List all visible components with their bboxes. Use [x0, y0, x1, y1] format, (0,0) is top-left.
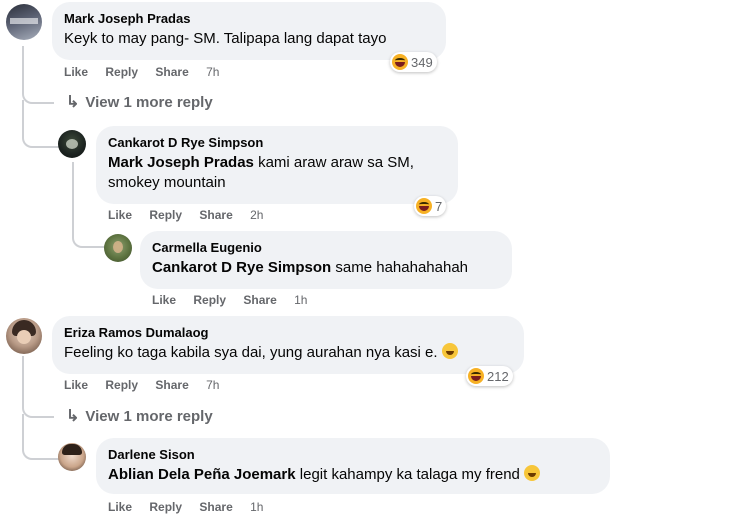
share-button[interactable]: Share [155, 65, 188, 79]
reply-button[interactable]: Reply [193, 293, 226, 307]
mention-link[interactable]: Cankarot D Rye Simpson [152, 259, 331, 276]
comment-actions: Like Reply Share 7h [64, 65, 233, 79]
mention-link[interactable]: Ablian Dela Peña Joemark [108, 466, 296, 483]
comment-bubble: Eriza Ramos Dumalaog Feeling ko taga kab… [52, 316, 524, 374]
grinning-emoji-icon [523, 465, 540, 481]
comment-author[interactable]: Carmella Eugenio [152, 239, 500, 256]
avatar[interactable] [6, 4, 42, 40]
view-more-replies-label: View 1 more reply [85, 408, 213, 425]
timestamp[interactable]: 7h [206, 65, 219, 79]
thread-line [22, 46, 54, 104]
avatar[interactable] [104, 234, 132, 262]
reply-button[interactable]: Reply [105, 378, 138, 392]
timestamp[interactable]: 1h [250, 500, 263, 514]
timestamp[interactable]: 1h [294, 293, 307, 307]
haha-reaction-icon [468, 368, 484, 384]
comment-text: Cankarot D Rye Simpson same hahahahahah [152, 258, 500, 278]
view-more-replies-label: View 1 more reply [85, 94, 213, 111]
reaction-summary[interactable]: 349 [390, 52, 437, 72]
timestamp[interactable]: 2h [250, 208, 263, 222]
comment-actions: Like Reply Share 2h [108, 208, 277, 222]
reply-arrow-icon: ↳ [66, 94, 80, 111]
comment-text: Keyk to may pang- SM. Talipapa lang dapa… [64, 30, 387, 47]
comment-text-line: smokey mountain [108, 174, 226, 191]
thread-line [22, 414, 62, 460]
comment-author[interactable]: Eriza Ramos Dumalaog [64, 324, 512, 341]
avatar[interactable] [58, 443, 86, 471]
comment-author[interactable]: Darlene Sison [108, 446, 598, 463]
comment-bubble: Darlene Sison Ablian Dela Peña Joemark l… [96, 438, 610, 494]
reply-button[interactable]: Reply [149, 500, 182, 514]
haha-reaction-icon [416, 198, 432, 214]
share-button[interactable]: Share [243, 293, 276, 307]
comment-author[interactable]: Mark Joseph Pradas [64, 10, 434, 27]
comment-text-line: legit kahampy ka talaga my frend [299, 466, 520, 483]
reply-arrow-icon: ↳ [66, 408, 80, 425]
reaction-count: 349 [411, 54, 433, 70]
comment-text-line: kami araw araw sa SM, [258, 154, 414, 171]
comment-text: Ablian Dela Peña Joemark legit kahampy k… [108, 465, 598, 485]
reaction-count: 212 [487, 368, 509, 384]
like-button[interactable]: Like [64, 378, 88, 392]
avatar[interactable] [6, 318, 42, 354]
like-button[interactable]: Like [108, 500, 132, 514]
reaction-count: 7 [435, 198, 443, 214]
comment-text: Mark Joseph Pradas kami araw araw sa SM, [108, 153, 446, 173]
thread-line [22, 100, 62, 148]
haha-reaction-icon [392, 54, 408, 70]
comment-actions: Like Reply Share 7h [64, 378, 233, 392]
thread-line [22, 356, 54, 418]
avatar[interactable] [58, 130, 86, 158]
reply-button[interactable]: Reply [105, 65, 138, 79]
share-button[interactable]: Share [199, 500, 232, 514]
comment-bubble: Cankarot D Rye Simpson Mark Joseph Prada… [96, 126, 458, 204]
reaction-summary[interactable]: 7 [414, 196, 447, 216]
comment-bubble: Carmella Eugenio Cankarot D Rye Simpson … [140, 231, 512, 289]
comment-bubble: Mark Joseph Pradas Keyk to may pang- SM.… [52, 2, 446, 60]
mention-link[interactable]: Mark Joseph Pradas [108, 154, 254, 171]
share-button[interactable]: Share [155, 378, 188, 392]
comment-actions: Like Reply Share 1h [152, 293, 321, 307]
grinning-emoji-icon [441, 343, 458, 359]
view-more-replies-button[interactable]: ↳ View 1 more reply [66, 406, 213, 426]
comment-text-line: Feeling ko taga kabila sya dai, yung aur… [64, 344, 438, 361]
share-button[interactable]: Share [199, 208, 232, 222]
timestamp[interactable]: 7h [206, 378, 219, 392]
comment-actions: Like Reply Share 1h [108, 500, 277, 514]
comment-text-line: same hahahahahah [335, 259, 469, 276]
like-button[interactable]: Like [108, 208, 132, 222]
comment-text: Feeling ko taga kabila sya dai, yung aur… [64, 343, 512, 363]
reply-button[interactable]: Reply [149, 208, 182, 222]
reaction-summary[interactable]: 212 [466, 366, 513, 386]
comment-author[interactable]: Cankarot D Rye Simpson [108, 134, 446, 151]
view-more-replies-button[interactable]: ↳ View 1 more reply [66, 92, 213, 112]
like-button[interactable]: Like [152, 293, 176, 307]
like-button[interactable]: Like [64, 65, 88, 79]
